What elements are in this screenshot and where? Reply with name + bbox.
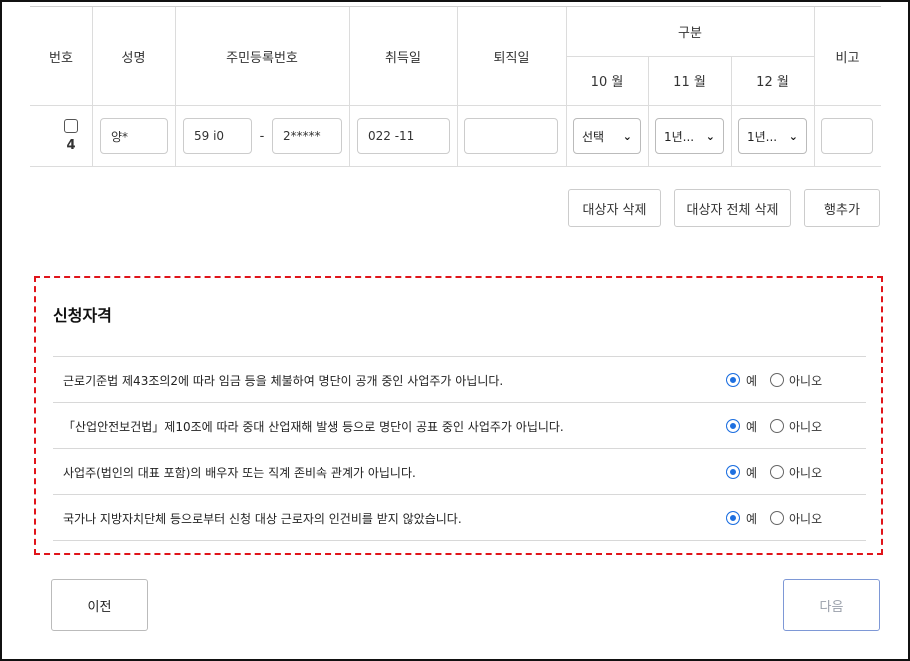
divider bbox=[30, 105, 881, 106]
eligibility-question: 「산업안전보건법」제10조에 따라 중대 산업재해 발생 등으로 명단이 공표 … bbox=[63, 419, 564, 434]
prev-button[interactable]: 이전 bbox=[51, 579, 148, 631]
yes-label: 예 bbox=[746, 512, 758, 526]
month-12-select[interactable]: 1년... ⌄ bbox=[738, 118, 807, 154]
eligibility-question: 국가나 지방자치단체 등으로부터 신청 대상 근로자의 인건비를 받지 않았습니… bbox=[63, 511, 462, 526]
month-12-select-value: 1년... bbox=[747, 129, 778, 144]
yes-label: 예 bbox=[746, 420, 758, 434]
chevron-down-icon: ⌄ bbox=[622, 129, 632, 143]
yes-radio[interactable] bbox=[726, 419, 740, 433]
header-month-11: 11 월 bbox=[673, 75, 706, 90]
header-month-12: 12 월 bbox=[756, 75, 789, 90]
header-month-10: 10 월 bbox=[590, 75, 624, 90]
eligibility-question: 근로기준법 제43조의2에 따라 임금 등을 체불하여 명단이 공개 중인 사업… bbox=[63, 373, 504, 388]
eligibility-title: 신청자격 bbox=[53, 306, 112, 325]
no-label: 아니오 bbox=[789, 374, 823, 388]
no-label: 아니오 bbox=[789, 466, 823, 480]
header-leave-date: 퇴직일 bbox=[493, 50, 530, 66]
eligibility-panel: 신청자격 근로기준법 제43조의2에 따라 임금 등을 체불하여 명단이 공개 … bbox=[34, 276, 883, 555]
header-note: 비고 bbox=[835, 50, 860, 66]
row-select-checkbox[interactable] bbox=[64, 119, 78, 133]
next-button[interactable]: 다음 bbox=[783, 579, 880, 631]
hire-date-input[interactable]: 022 -11 bbox=[357, 118, 450, 154]
no-label: 아니오 bbox=[789, 512, 823, 526]
no-radio[interactable] bbox=[770, 373, 784, 387]
month-11-select[interactable]: 1년... ⌄ bbox=[655, 118, 724, 154]
resident-front-input[interactable]: 59 i0 bbox=[183, 118, 252, 154]
yes-label: 예 bbox=[746, 374, 758, 388]
no-radio[interactable] bbox=[770, 511, 784, 525]
add-row-button[interactable]: 행추가 bbox=[804, 189, 880, 227]
yes-radio[interactable] bbox=[726, 465, 740, 479]
chevron-down-icon: ⌄ bbox=[705, 129, 715, 143]
eligibility-question: 사업주(법인의 대표 포함)의 배우자 또는 직계 존비속 관계가 아닙니다. bbox=[63, 465, 416, 480]
header-number: 번호 bbox=[49, 50, 73, 66]
month-10-select[interactable]: 선택 ⌄ bbox=[573, 118, 641, 154]
eligibility-row: 「산업안전보건법」제10조에 따라 중대 산업재해 발생 등으로 명단이 공표 … bbox=[53, 402, 866, 448]
eligibility-row: 사업주(법인의 대표 포함)의 배우자 또는 직계 존비속 관계가 아닙니다. … bbox=[53, 448, 866, 494]
divider bbox=[53, 540, 866, 541]
resident-dash: - bbox=[259, 128, 265, 144]
leave-date-input[interactable] bbox=[464, 118, 558, 154]
eligibility-row: 근로기준법 제43조의2에 따라 임금 등을 체불하여 명단이 공개 중인 사업… bbox=[53, 356, 866, 402]
month-11-select-value: 1년... bbox=[664, 129, 695, 144]
header-category: 구분 bbox=[678, 26, 702, 41]
employee-table: 번호 성명 주민등록번호 취득일 퇴직일 구분 10 월 11 월 12 월 비… bbox=[30, 6, 881, 167]
no-radio[interactable] bbox=[770, 465, 784, 479]
header-name: 성명 bbox=[121, 50, 146, 66]
no-label: 아니오 bbox=[789, 420, 823, 434]
no-radio[interactable] bbox=[770, 419, 784, 433]
resident-back-input[interactable]: 2***** bbox=[272, 118, 342, 154]
yes-radio[interactable] bbox=[726, 373, 740, 387]
name-input[interactable]: 양* bbox=[100, 118, 168, 154]
divider bbox=[30, 166, 881, 167]
delete-all-button[interactable]: 대상자 전체 삭제 bbox=[674, 189, 791, 227]
yes-radio[interactable] bbox=[726, 511, 740, 525]
delete-selected-button[interactable]: 대상자 삭제 bbox=[568, 189, 661, 227]
eligibility-row: 국가나 지방자치단체 등으로부터 신청 대상 근로자의 인건비를 받지 않았습니… bbox=[53, 494, 866, 540]
note-input[interactable] bbox=[821, 118, 873, 154]
month-10-select-value: 선택 bbox=[582, 129, 605, 144]
chevron-down-icon: ⌄ bbox=[788, 129, 798, 143]
header-hire-date: 취득일 bbox=[385, 50, 421, 66]
yes-label: 예 bbox=[746, 466, 758, 480]
header-resident-number: 주민등록번호 bbox=[226, 50, 298, 66]
